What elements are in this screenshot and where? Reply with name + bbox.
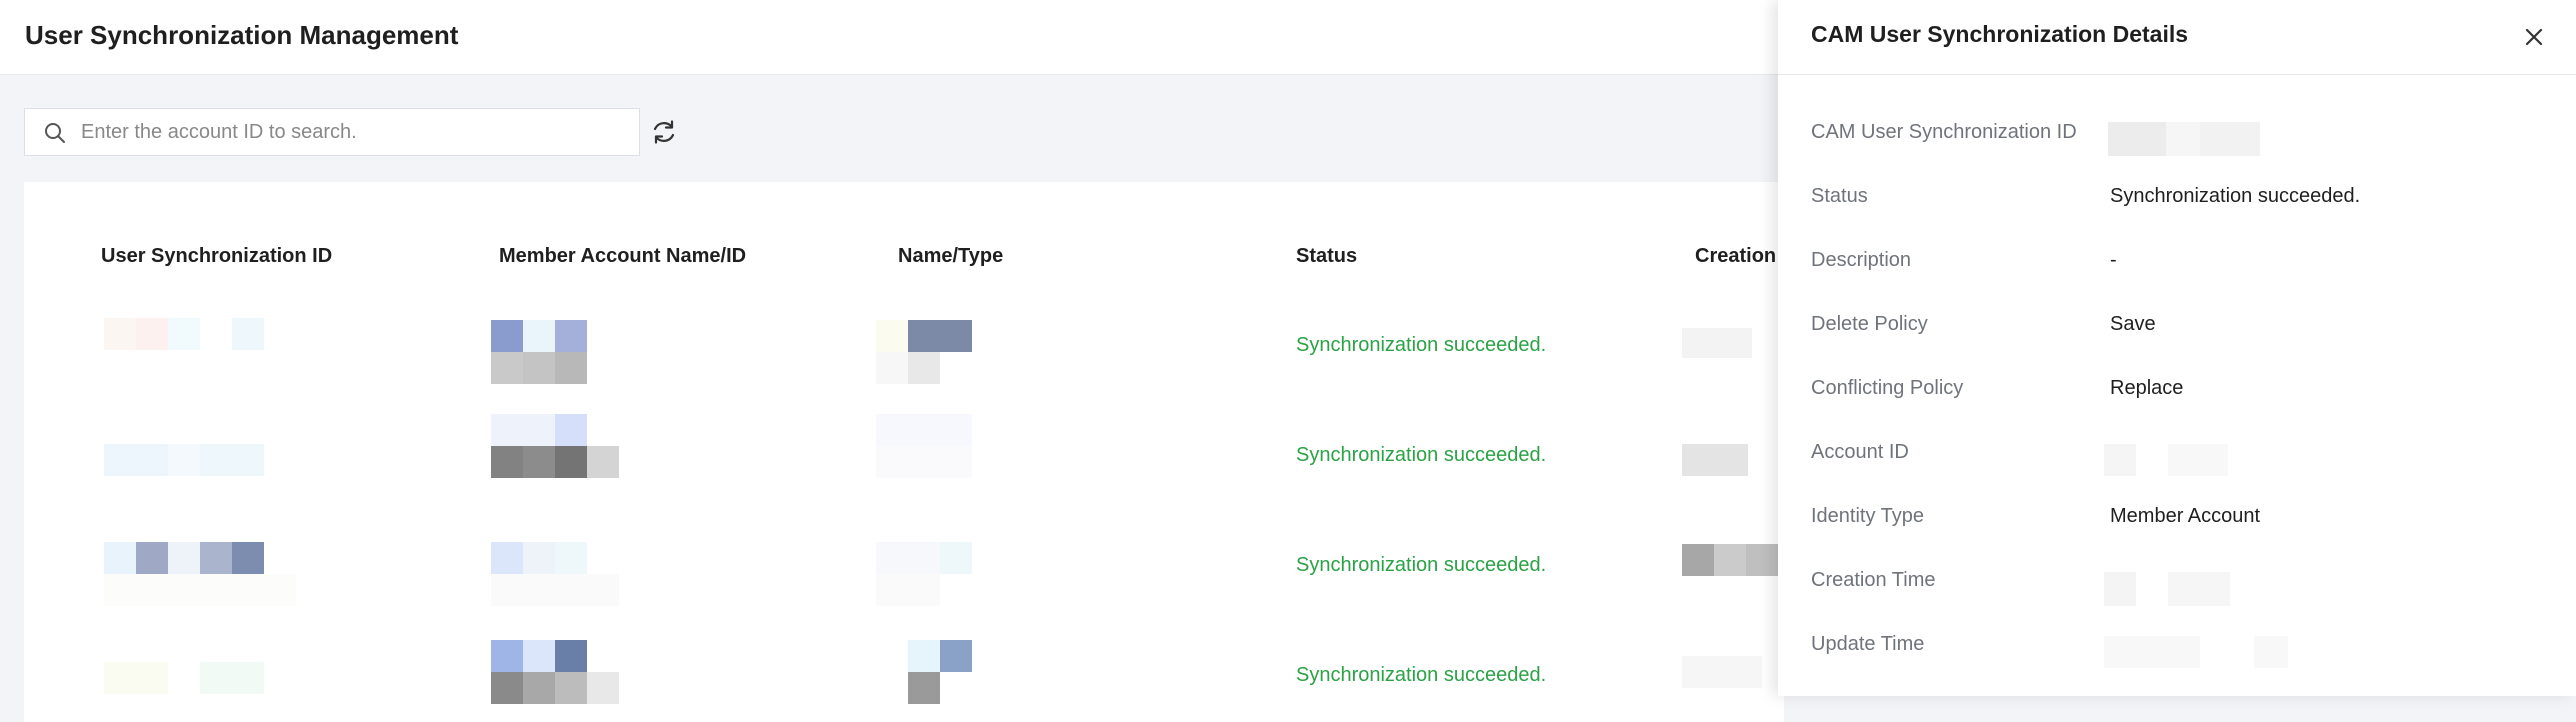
field-value-description: -	[2110, 249, 2117, 271]
redacted-creation-time	[1682, 444, 1748, 476]
field-label-update-time: Update Time	[1811, 633, 1925, 655]
row-status: Synchronization succeeded.	[1296, 664, 1547, 686]
field-label-description: Description	[1811, 249, 1912, 271]
redacted-name-type	[876, 640, 976, 704]
column-header-name-type[interactable]: Name/Type	[898, 245, 1003, 268]
drawer-header: CAM User Synchronization Details	[1778, 0, 2576, 75]
redacted-field-sync-id	[2108, 122, 2260, 156]
field-label-sync-id: CAM User Synchronization ID	[1811, 121, 2077, 143]
search-box[interactable]	[24, 108, 640, 156]
redacted-name-type	[876, 542, 976, 606]
field-label-delete-policy: Delete Policy	[1811, 313, 1928, 335]
redacted-field-update-time	[2104, 636, 2294, 668]
redacted-name-type	[876, 414, 976, 478]
redacted-name-type	[876, 320, 1006, 384]
details-drawer: CAM User Synchronization Details CAM Use…	[1778, 0, 2576, 696]
redacted-sync-id	[104, 542, 304, 606]
redacted-creation-time	[1682, 328, 1752, 358]
column-header-sync-id[interactable]: User Synchronization ID	[101, 245, 332, 268]
redacted-creation-time	[1682, 656, 1762, 688]
drawer-title: CAM User Synchronization Details	[1811, 21, 2189, 47]
column-header-creation[interactable]: Creation	[1695, 245, 1776, 268]
redacted-member-account	[491, 542, 621, 606]
row-status: Synchronization succeeded.	[1296, 444, 1547, 466]
field-label-conflicting-policy: Conflicting Policy	[1811, 377, 1964, 399]
search-input[interactable]	[81, 109, 621, 155]
field-label-account-id: Account ID	[1811, 441, 1909, 463]
refresh-icon[interactable]	[650, 118, 678, 146]
redacted-member-account	[491, 320, 591, 384]
redacted-field-account-id	[2104, 444, 2230, 476]
row-status: Synchronization succeeded.	[1296, 334, 1547, 356]
field-value-delete-policy: Save	[2110, 313, 2156, 335]
redacted-creation-time	[1682, 544, 1778, 576]
field-label-creation-time: Creation Time	[1811, 569, 1936, 591]
field-label-status: Status	[1811, 185, 1868, 207]
search-icon	[45, 123, 65, 143]
field-value-identity-type: Member Account	[2110, 505, 2261, 527]
close-icon[interactable]	[2520, 23, 2548, 51]
sync-table: User Synchronization ID Member Account N…	[24, 182, 1784, 722]
field-value-status: Synchronization succeeded.	[2110, 185, 2361, 207]
redacted-sync-id	[104, 318, 284, 350]
redacted-sync-id	[104, 444, 284, 476]
page-title: User Synchronization Management	[25, 20, 459, 50]
row-status: Synchronization succeeded.	[1296, 554, 1547, 576]
redacted-field-creation-time	[2104, 572, 2234, 606]
redacted-sync-id	[104, 662, 284, 694]
column-header-member-account[interactable]: Member Account Name/ID	[499, 245, 746, 268]
redacted-member-account	[491, 414, 621, 478]
field-label-identity-type: Identity Type	[1811, 505, 1925, 527]
redacted-member-account	[491, 640, 621, 704]
column-header-status[interactable]: Status	[1296, 245, 1357, 268]
field-value-conflicting-policy: Replace	[2110, 377, 2184, 399]
